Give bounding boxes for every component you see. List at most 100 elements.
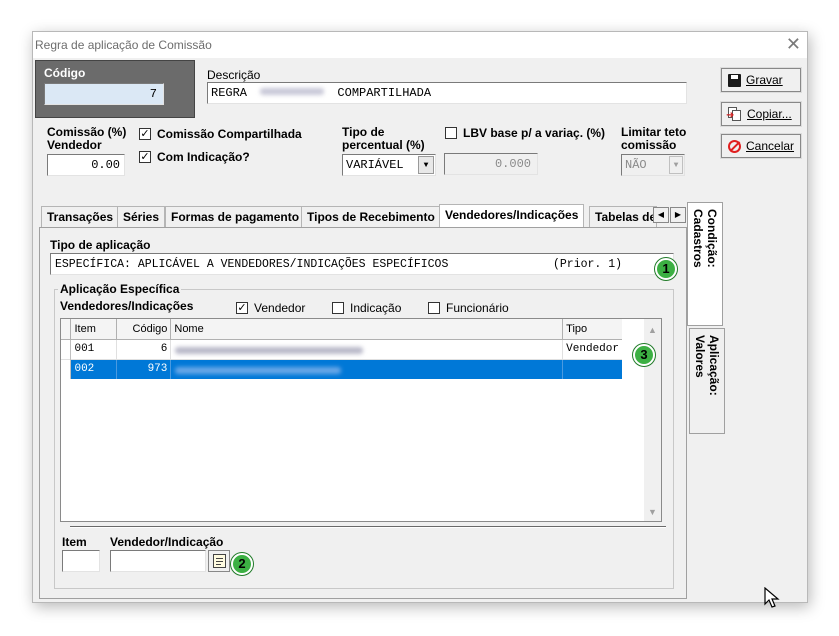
limitar-value: NÃO <box>625 158 647 172</box>
aplicacao-especifica-label: Aplicação Específica <box>58 282 182 296</box>
cell-nome <box>170 359 564 379</box>
badge-number: 1 <box>662 261 670 276</box>
grid-table: Item Código Nome Tipo 001 6 Vendedor 002… <box>61 319 622 379</box>
window-title: Regra de aplicação de Comissão <box>35 38 212 52</box>
tab-label: Séries <box>123 210 160 224</box>
compartilhada-checkbox[interactable]: ✓ <box>139 128 151 140</box>
cell-item: 002 <box>70 359 118 379</box>
descricao-suffix: COMPARTILHADA <box>337 86 432 100</box>
save-button[interactable]: Gravar <box>720 67 802 93</box>
copy-button[interactable]: ➜ Copiar... <box>720 101 802 127</box>
scroll-up-icon[interactable]: ▲ <box>648 325 657 335</box>
column-header-item[interactable]: Item <box>70 319 118 339</box>
tipo-percentual-label-2: percentual (%) <box>342 138 425 152</box>
tab-vendedores-indicacoes[interactable]: Vendedores/Indicações <box>439 204 585 228</box>
table-row-selected[interactable]: 002 973 <box>61 359 622 379</box>
column-header-tipo[interactable]: Tipo <box>563 319 622 339</box>
cell-nome <box>170 339 564 359</box>
limitar-label-2: comissão <box>621 138 677 152</box>
limitar-select[interactable]: NÃO ▼ <box>621 154 685 176</box>
tab-tipos-recebimento[interactable]: Tipos de Recebimento <box>301 206 441 227</box>
row-indicator <box>61 339 72 359</box>
check-icon: ✓ <box>140 151 150 163</box>
copy-document-icon: ➜ <box>726 107 742 121</box>
descricao-label: Descrição <box>207 68 261 82</box>
callout-badge-2: 2 <box>231 553 253 575</box>
tab-scroll-left-icon[interactable]: ◀ <box>653 207 669 223</box>
filter-funcionario-checkbox[interactable] <box>428 302 440 314</box>
dropdown-arrow-icon[interactable]: ▼ <box>669 156 683 174</box>
codigo-field[interactable]: 7 <box>44 83 164 105</box>
cell-codigo: 6 <box>116 339 172 359</box>
codigo-value: 7 <box>149 87 157 101</box>
footer-vendedor-input[interactable] <box>110 550 206 572</box>
column-header-nome[interactable]: Nome <box>170 319 564 339</box>
tab-series[interactable]: Séries <box>117 206 166 227</box>
tipo-percentual-select[interactable]: VARIÁVEL ▼ <box>342 154 436 176</box>
tab-label: Tabelas de <box>595 210 657 224</box>
filter-indicacao-checkbox[interactable] <box>332 302 344 314</box>
lookup-button[interactable] <box>208 550 230 572</box>
table-row[interactable]: 001 6 Vendedor <box>61 339 622 359</box>
filter-vendedor-label: Vendedor <box>254 301 306 315</box>
tab-formas-pagamento[interactable]: Formas de pagamento <box>165 206 306 227</box>
grid-header-row: Item Código Nome Tipo <box>61 319 622 339</box>
lookup-notepad-icon <box>213 554 226 568</box>
footer-vendedor-label: Vendedor/Indicação <box>110 535 224 549</box>
tab-label: Formas de pagamento <box>171 210 300 224</box>
lbv-input[interactable]: 0.000 <box>444 153 538 175</box>
badge-number: 2 <box>238 556 246 571</box>
descricao-redacted <box>260 88 325 95</box>
dropdown-arrow-icon[interactable]: ▼ <box>418 156 434 174</box>
comissao-value: 0.00 <box>91 158 120 172</box>
tab-label: Tipos de Recebimento <box>307 210 435 224</box>
cell-codigo: 973 <box>116 359 172 379</box>
tab-transacoes[interactable]: Transações <box>41 206 120 227</box>
indicacao-checkbox[interactable]: ✓ <box>139 151 151 163</box>
tab-label: Transações <box>47 210 114 224</box>
footer-item-input[interactable] <box>62 550 100 572</box>
tab-condicao-cadastros[interactable]: Condição: Cadastros <box>687 202 723 326</box>
vendedores-grid[interactable]: Item Código Nome Tipo 001 6 Vendedor 002… <box>60 318 662 522</box>
tab-label: Vendedores/Indicações <box>445 208 579 222</box>
floppy-disk-icon <box>728 73 741 87</box>
descricao-input[interactable]: REGRA COMPARTILHADA <box>207 82 687 104</box>
comissao-input[interactable]: 0.00 <box>47 154 125 176</box>
filter-vendedor-checkbox[interactable]: ✓ <box>236 302 248 314</box>
lbv-value: 0.000 <box>494 157 531 171</box>
lbv-label: LBV base p/ a variaç. (%) <box>463 126 606 140</box>
nome-redacted <box>175 346 364 354</box>
row-indicator-header <box>61 319 72 339</box>
tipo-aplicacao-label: Tipo de aplicação <box>50 238 151 252</box>
compartilhada-label: Comissão Compartilhada <box>157 127 302 141</box>
copy-label: Copiar... <box>747 107 792 121</box>
nome-redacted <box>175 366 342 374</box>
lbv-checkbox[interactable] <box>445 127 457 139</box>
callout-badge-3: 3 <box>633 344 655 366</box>
row-indicator <box>61 359 72 379</box>
tab-aplicacao-valores[interactable]: Aplicação: Valores <box>689 328 725 434</box>
scroll-down-icon[interactable]: ▼ <box>648 507 657 517</box>
cell-tipo <box>563 359 622 379</box>
vendedores-indicacoes-subtitle: Vendedores/Indicações <box>60 299 194 313</box>
tab-scroll-right-icon[interactable]: ▶ <box>670 207 686 223</box>
cancel-button[interactable]: Cancelar <box>720 133 802 159</box>
save-label: Gravar <box>746 73 783 87</box>
footer-divider <box>70 526 666 528</box>
badge-number: 3 <box>640 347 648 362</box>
column-header-codigo[interactable]: Código <box>116 319 172 339</box>
callout-badge-1: 1 <box>655 258 677 280</box>
filter-funcionario-label: Funcionário <box>446 301 509 315</box>
comissao-label-2: Vendedor <box>47 138 102 152</box>
tab-label: Condição: Cadastros <box>691 209 719 268</box>
tipo-aplicacao-value: ESPECÍFICA: APLICÁVEL A VENDEDORES/INDIC… <box>55 258 449 271</box>
cell-item: 001 <box>70 339 118 359</box>
close-icon[interactable]: ✕ <box>786 34 801 55</box>
tab-tabelas[interactable]: Tabelas de <box>589 206 657 227</box>
tipo-aplicacao-field[interactable]: ESPECÍFICA: APLICÁVEL A VENDEDORES/INDIC… <box>50 253 674 275</box>
cell-tipo: Vendedor <box>566 343 619 355</box>
check-icon: ✓ <box>237 302 247 314</box>
tipo-percentual-value: VARIÁVEL <box>346 158 404 172</box>
check-icon: ✓ <box>140 128 150 140</box>
footer-item-label: Item <box>62 535 87 549</box>
